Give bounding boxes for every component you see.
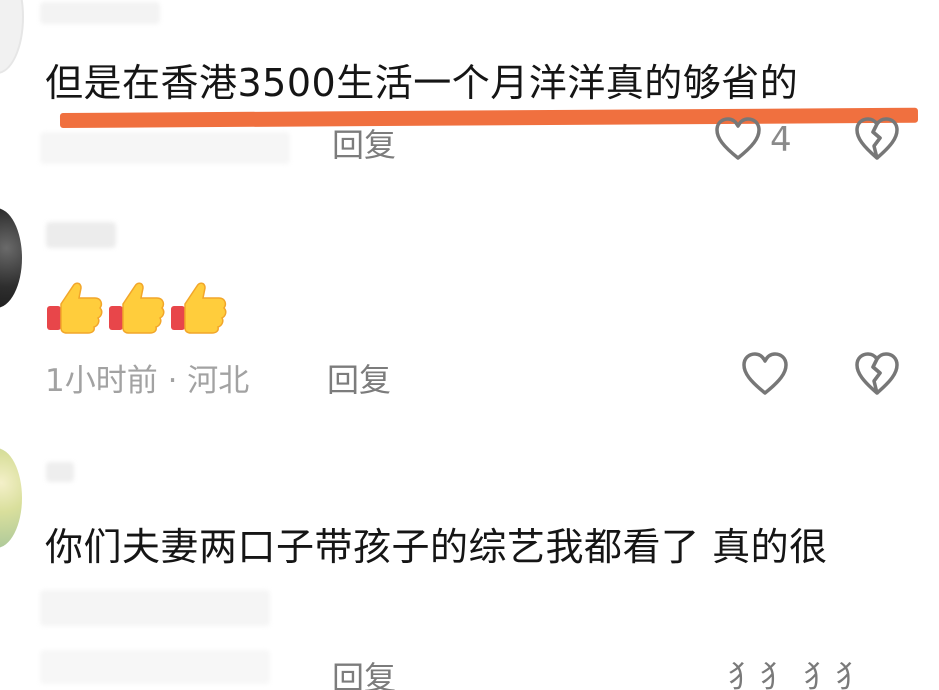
thumbs-up-icon bbox=[171, 282, 227, 334]
broken-heart-icon[interactable] bbox=[853, 116, 901, 162]
blurred-username bbox=[46, 222, 116, 248]
avatar[interactable] bbox=[0, 448, 22, 548]
avatar[interactable] bbox=[0, 0, 24, 74]
reply-button[interactable]: 回复 bbox=[327, 355, 391, 401]
reply-button[interactable]: 回复 bbox=[332, 120, 396, 166]
heart-outline-icon[interactable] bbox=[713, 116, 763, 162]
blurred-meta bbox=[40, 132, 290, 164]
thumbs-up-icon bbox=[47, 282, 103, 334]
blurred-line bbox=[40, 590, 270, 626]
truncated-icons-text: 犭犭 犭犭 bbox=[728, 660, 868, 690]
heart-outline-icon[interactable] bbox=[740, 351, 790, 397]
comment-text: 但是在香港3500生活一个月洋洋真的够省的 bbox=[45, 61, 799, 105]
avatar[interactable] bbox=[0, 208, 22, 308]
comment-feed: 但是在香港3500生活一个月洋洋真的够省的 回复 4 1小时前 · 河北 回复 bbox=[0, 0, 939, 690]
timestamp-location: 1小时前 · 河北 bbox=[45, 363, 250, 399]
comment-text: 你们夫妻两口子带孩子的综艺我都看了 真的很 bbox=[45, 525, 828, 569]
like-count: 4 bbox=[770, 120, 792, 160]
blurred-username bbox=[46, 462, 74, 482]
thumbs-up-icon bbox=[109, 282, 165, 334]
reply-button[interactable]: 回复 bbox=[332, 653, 396, 690]
blurred-username bbox=[40, 2, 160, 24]
blurred-meta bbox=[40, 650, 270, 684]
emoji-row bbox=[45, 270, 231, 334]
broken-heart-icon[interactable] bbox=[853, 351, 901, 397]
